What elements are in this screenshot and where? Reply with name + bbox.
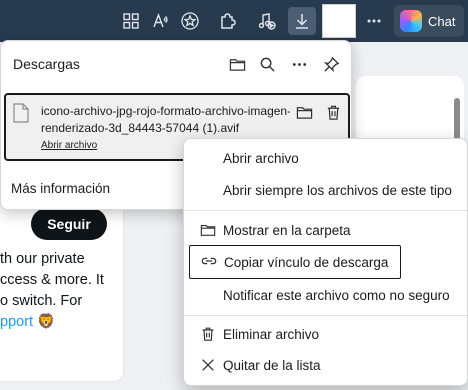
folder-icon[interactable]: [294, 101, 316, 123]
copilot-chat-button[interactable]: Chat: [394, 5, 464, 37]
browser-toolbar: Chat: [0, 0, 468, 42]
close-icon: [199, 356, 217, 374]
menu-item-report-unsafe[interactable]: Notificar este archivo como no seguro: [188, 280, 465, 310]
menu-item-show-in-folder[interactable]: Mostrar en la carpeta: [188, 215, 465, 245]
menu-item-copy-download-link[interactable]: Copiar vínculo de descarga: [189, 245, 401, 279]
copilot-label: Chat: [428, 13, 456, 29]
open-file-link[interactable]: Abrir archivo: [41, 140, 97, 151]
menu-item-label: Mostrar en la carpeta: [223, 222, 351, 238]
menu-separator: [184, 315, 467, 316]
follow-button[interactable]: Seguir: [31, 208, 107, 240]
download-file-name: icono-archivo-jpg-rojo-formato-archivo-i…: [41, 103, 303, 137]
menu-item-remove-from-list[interactable]: Quitar de la lista: [188, 350, 465, 380]
file-name-line: renderizado-3d_84443-57044 (1).avif: [41, 121, 240, 135]
apps-icon[interactable]: [117, 7, 145, 35]
media-control-icon[interactable]: [253, 7, 281, 35]
profile-box[interactable]: [322, 4, 356, 38]
page-text-line: th our private: [0, 251, 85, 267]
folder-icon[interactable]: [225, 52, 249, 76]
more-icon[interactable]: [287, 52, 311, 76]
favorite-star-icon[interactable]: [176, 7, 204, 35]
menu-item-always-open-type[interactable]: Abrir siempre los archivos de este tipo: [188, 175, 465, 205]
menu-item-delete-file[interactable]: Eliminar archivo: [188, 319, 465, 349]
extensions-icon[interactable]: [213, 7, 241, 35]
menu-item-open-file[interactable]: Abrir archivo: [188, 143, 465, 173]
menu-item-label: Copiar vínculo de descarga: [224, 254, 389, 270]
more-info-link[interactable]: Más información: [11, 181, 110, 196]
more-icon[interactable]: [360, 7, 388, 35]
folder-icon: [199, 221, 217, 239]
read-aloud-icon[interactable]: [147, 7, 175, 35]
search-icon[interactable]: [255, 52, 279, 76]
link-icon: [200, 252, 218, 270]
download-icon[interactable]: [288, 7, 316, 35]
download-context-menu: Abrir archivo Abrir siempre los archivos…: [183, 138, 468, 386]
file-icon: [13, 103, 29, 123]
menu-item-label: Abrir siempre los archivos de este tipo: [223, 182, 452, 198]
trash-icon[interactable]: [323, 101, 345, 123]
menu-item-label: Notificar este archivo como no seguro: [223, 287, 450, 303]
downloads-title: Descargas: [13, 56, 80, 72]
menu-item-label: Eliminar archivo: [223, 326, 320, 342]
page-text-line: ccess & more. It: [0, 272, 104, 288]
menu-item-label: Abrir archivo: [223, 150, 299, 166]
menu-separator: [184, 210, 467, 211]
copilot-logo-icon: [400, 10, 422, 32]
support-link[interactable]: pport 🦁: [0, 313, 55, 330]
menu-item-label: Quitar de la lista: [223, 357, 321, 373]
page-scrollbar[interactable]: [454, 98, 460, 142]
page-text-line: o switch. For: [0, 293, 83, 309]
trash-icon: [199, 325, 217, 343]
download-item-actions: [290, 99, 348, 125]
pin-icon[interactable]: [319, 52, 343, 76]
file-name-line: icono-archivo-jpg-rojo-formato-archivo-i…: [41, 104, 292, 118]
